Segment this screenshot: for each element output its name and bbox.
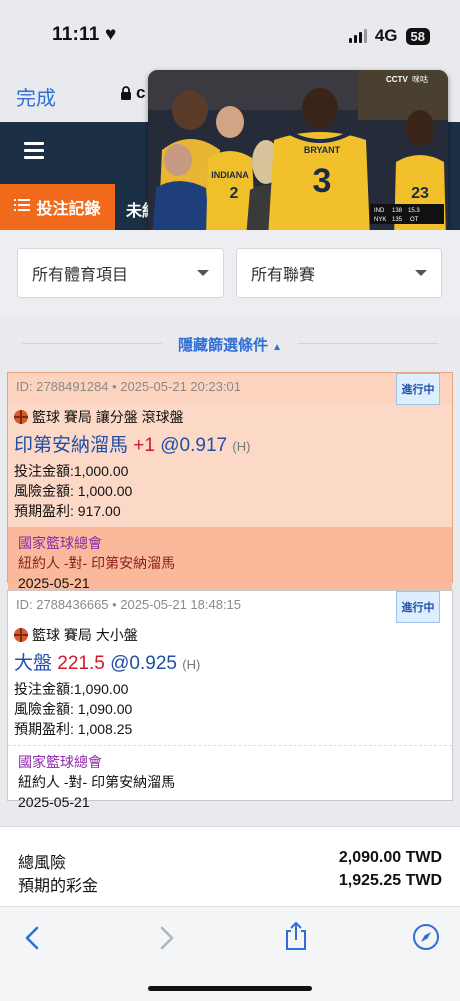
total-risk-row: 總風險 2,090.00 TWD	[18, 849, 442, 873]
bet-odds: @0.917	[160, 435, 228, 456]
bet-date: 2025-05-21	[18, 794, 90, 810]
bet-card[interactable]: ID: 2788436665 • 2025-05-21 18:48:15 進行中…	[7, 590, 453, 810]
bet-odds-type: (H)	[182, 657, 201, 672]
hide-filter-label: 隱藏篩選條件	[177, 337, 268, 354]
pip-video[interactable]: INDIANA 2 BRYANT 3 23 CCTV 咪咕 IND 138 NY…	[148, 70, 448, 238]
league-select-value: 所有聯賽	[251, 267, 316, 284]
jersey-team-text: INDIANA	[211, 170, 249, 180]
expected-payout-label: 預期的彩金	[18, 878, 99, 895]
hide-filter-toggle[interactable]: 隱藏篩選條件 ▲	[0, 334, 460, 355]
time-text: 11:11	[52, 24, 100, 45]
bet-selection: 大盤	[14, 653, 53, 674]
bet-match-info: 國家籃球總會 紐約人 -對- 印第安納溜馬 2025-05-21	[8, 745, 452, 811]
score-value1: 138	[392, 208, 403, 214]
bet-handicap: +1	[133, 435, 155, 456]
score-team2: NYK	[374, 217, 386, 223]
status-bar: 11:11 ♥ 4G 58	[0, 0, 460, 70]
jersey-number-left: 2	[230, 185, 239, 202]
jersey-number-right: 23	[411, 185, 429, 202]
basketball-icon	[14, 628, 28, 642]
status-indicators: 4G 58	[348, 26, 430, 46]
bet-summary: 總風險 2,090.00 TWD 預期的彩金 1,925.25 TWD	[0, 826, 460, 907]
home-indicator	[148, 986, 312, 991]
broadcaster-logo-right: 咪咕	[412, 74, 428, 84]
signal-icon	[348, 29, 367, 43]
video-frame: INDIANA 2 BRYANT 3 23 CCTV 咪咕 IND 138 NY…	[148, 70, 448, 238]
total-risk-value: 2,090.00 TWD	[338, 849, 442, 866]
expected-payout-row: 預期的彩金 1,925.25 TWD	[18, 872, 442, 896]
score-period: OT	[410, 217, 419, 223]
score-clock: 15.3	[408, 208, 420, 214]
total-risk-label: 總風險	[18, 855, 67, 872]
bet-match: 紐約人 -對- 印第安納溜馬	[18, 555, 176, 571]
bet-risk: 風險金額: 1,090.00	[14, 701, 133, 717]
compass-icon[interactable]	[412, 923, 440, 956]
bet-stake: 投注金額:1,090.00	[14, 681, 129, 697]
hide-filter-row: 隱藏篩選條件 ▲	[0, 316, 460, 372]
bet-card[interactable]: ID: 2788491284 • 2025-05-21 20:23:01 進行中…	[7, 372, 453, 593]
chevron-up-icon: ▲	[272, 342, 283, 353]
status-badge: 進行中	[396, 373, 440, 405]
league-select[interactable]: 所有聯賽	[236, 248, 442, 298]
bet-sport-text: 籃球 賽局 讓分盤 滾球盤	[32, 409, 184, 425]
status-time: 11:11 ♥	[52, 24, 116, 46]
sport-select-value: 所有體育項目	[32, 267, 129, 284]
broadcaster-logo-left: CCTV	[386, 75, 408, 84]
url-text[interactable]: c	[136, 83, 145, 103]
lock-icon	[120, 86, 132, 104]
filter-panel: 所有體育項目 所有聯賽	[0, 230, 460, 316]
bet-match: 紐約人 -對- 印第安納溜馬	[18, 774, 176, 790]
bet-stake: 投注金額:1,000.00	[14, 463, 129, 479]
bet-league: 國家籃球總會	[18, 754, 102, 770]
bet-selection: 印第安納溜馬	[14, 435, 129, 456]
bet-id-line: ID: 2788491284 • 2025-05-21 20:23:01	[8, 373, 452, 403]
basketball-icon	[14, 410, 28, 424]
back-icon[interactable]	[22, 925, 44, 956]
chevron-down-icon	[415, 270, 427, 276]
bet-selection-line: 大盤 221.5 @0.925 (H)	[8, 645, 452, 675]
list-icon	[14, 198, 31, 217]
bet-handicap: 221.5	[57, 653, 105, 674]
player-name-text: BRYANT	[304, 145, 341, 155]
expected-payout-value: 1,925.25 TWD	[338, 872, 442, 889]
bet-sport-line: 籃球 賽局 讓分盤 滾球盤	[8, 403, 452, 427]
heart-icon: ♥	[104, 24, 117, 45]
done-button[interactable]: 完成	[16, 82, 56, 111]
bet-league: 國家籃球總會	[18, 535, 102, 551]
bet-selection-line: 印第安納溜馬 +1 @0.917 (H)	[8, 427, 452, 457]
share-icon[interactable]	[283, 921, 309, 956]
bet-odds-type: (H)	[232, 439, 251, 454]
bet-profit: 預期盈利: 1,008.25	[14, 721, 133, 737]
battery-icon: 58	[405, 27, 430, 45]
bet-match-info: 國家籃球總會 紐約人 -對- 印第安納溜馬 2025-05-21	[8, 527, 452, 593]
menu-icon[interactable]	[24, 142, 44, 160]
bet-risk: 風險金額: 1,000.00	[14, 483, 133, 499]
bet-id-line: ID: 2788436665 • 2025-05-21 18:48:15	[8, 591, 452, 621]
score-team1: IND	[374, 208, 385, 214]
sport-select[interactable]: 所有體育項目	[17, 248, 224, 298]
tab-bet-records[interactable]: 投注記錄	[0, 184, 115, 230]
score-value2: 135	[392, 217, 403, 223]
bet-odds: @0.925	[110, 653, 177, 674]
bet-profit: 預期盈利: 917.00	[14, 503, 121, 519]
forward-icon[interactable]	[156, 925, 178, 956]
player-number-text: 3	[313, 162, 332, 200]
status-badge: 進行中	[396, 591, 440, 623]
bet-sport-text: 籃球 賽局 大小盤	[32, 627, 138, 643]
tab-bet-records-label: 投注記錄	[36, 201, 101, 218]
chevron-down-icon	[197, 270, 209, 276]
network-label: 4G	[374, 26, 398, 45]
bet-sport-line: 籃球 賽局 大小盤	[8, 621, 452, 645]
